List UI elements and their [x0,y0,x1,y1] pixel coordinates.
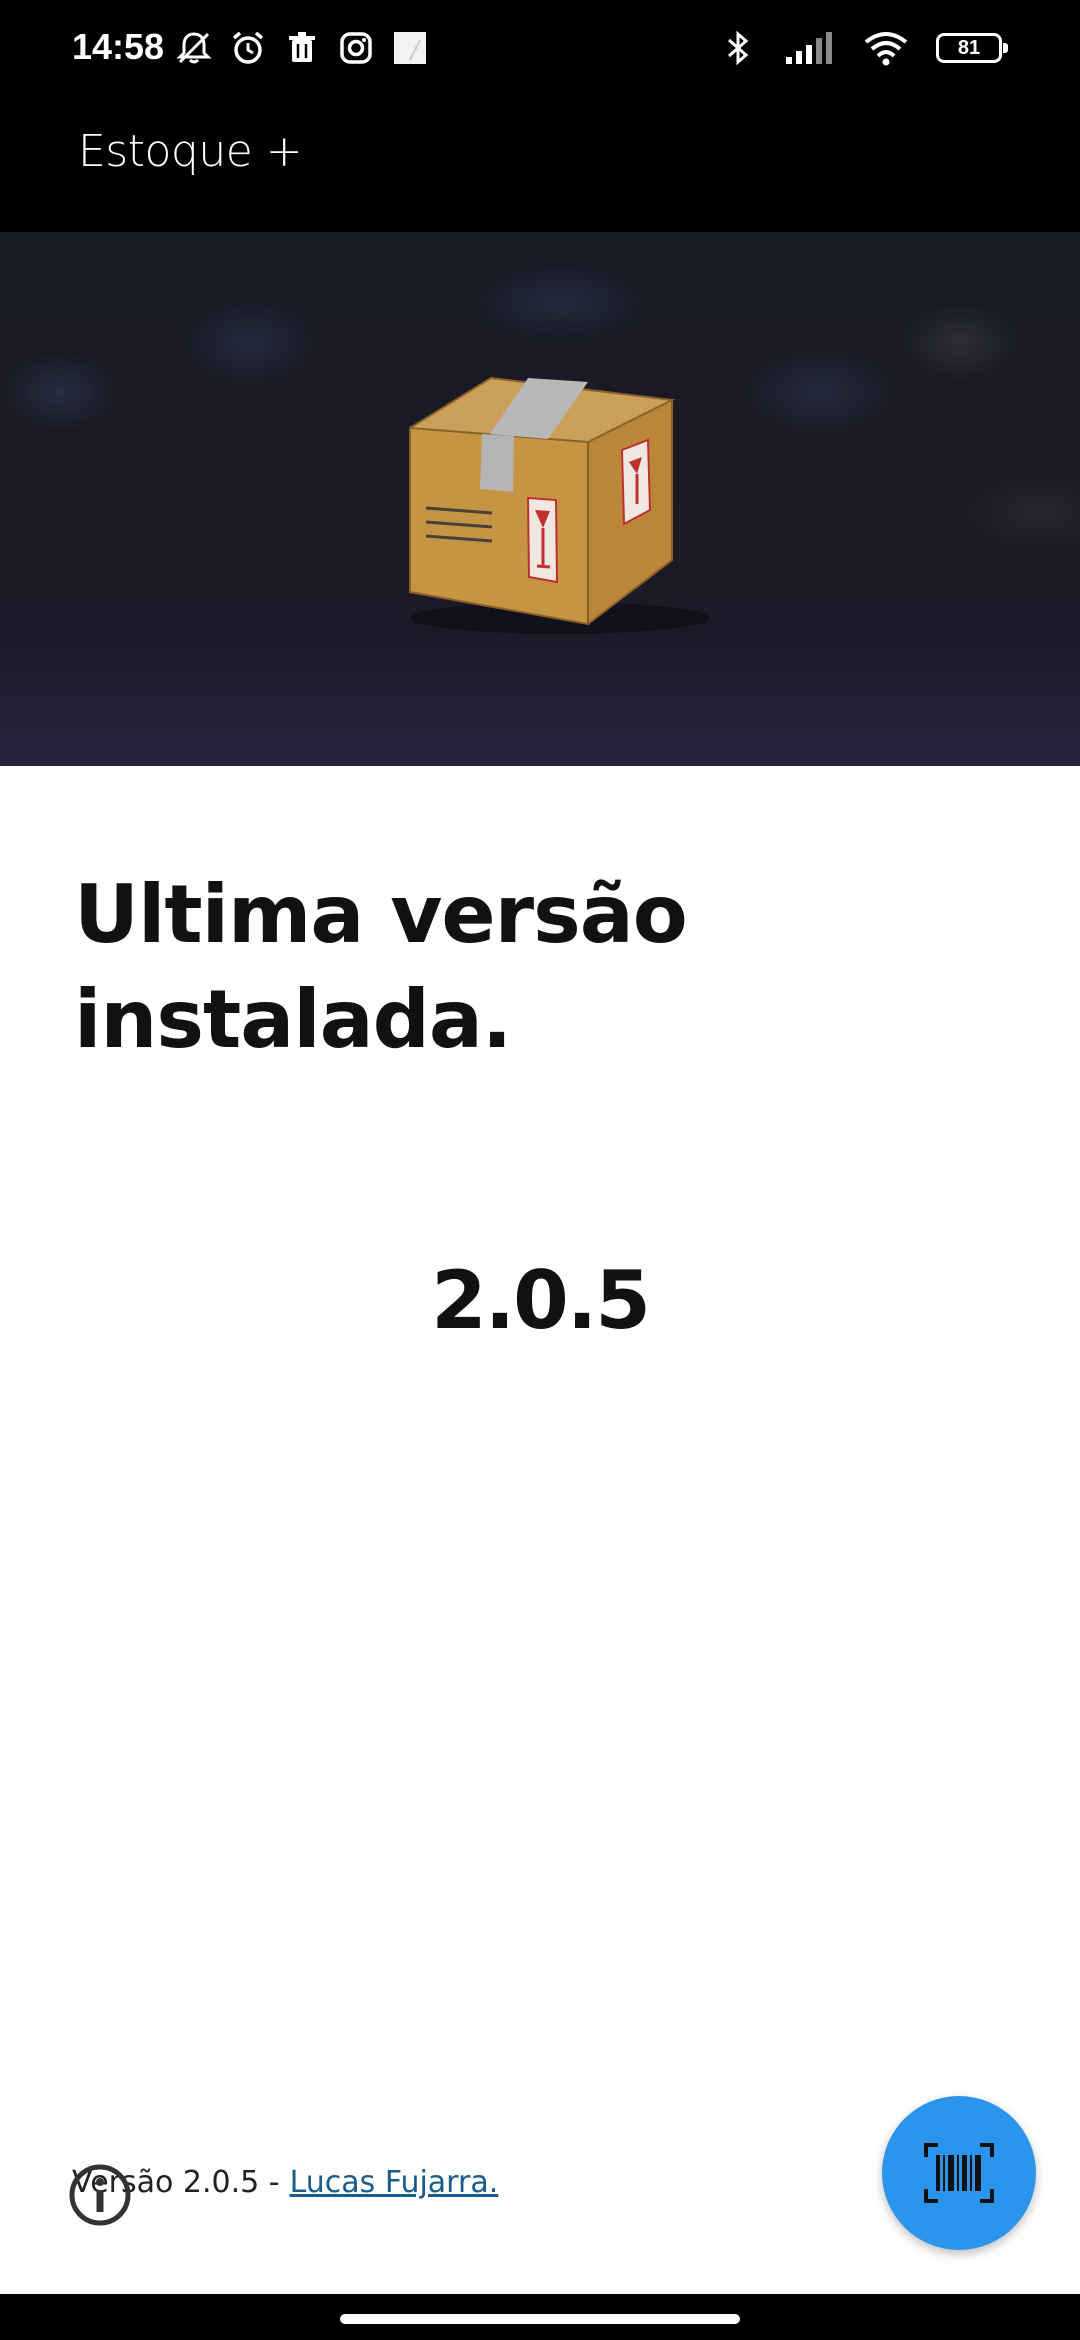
status-bar: 14:58 81 [0,0,1080,100]
main-content: Ultima versão instalada. 2.0.5 Versão 2.… [0,766,1080,2294]
app-title: Estoque + [78,126,303,177]
alarm-icon [232,31,264,64]
status-time: 14:58 [72,26,165,67]
footer: Versão 2.0.5 - Lucas Fujarra. [68,2152,499,2225]
instagram-icon [340,32,372,64]
installed-version: 2.0.5 [431,1254,651,1347]
muted-notifications-icon [176,32,212,64]
image-icon [394,32,426,64]
signal-icon [786,32,832,64]
status-left-icons [174,28,430,68]
author-link[interactable]: Lucas Fujarra. [290,2165,499,2200]
home-gesture-handle[interactable] [340,2314,740,2324]
footer-inner: Versão 2.0.5 - Lucas Fujarra. [68,2164,499,2225]
app-bar: Estoque + [0,100,1080,232]
wifi-icon [864,32,908,66]
page-heading: Ultima versão instalada. [74,868,688,1066]
navigation-bar [0,2294,1080,2340]
bluetooth-icon [728,30,749,66]
battery-icon: 81 [936,33,1008,63]
barcode-scan-icon [924,2143,994,2203]
battery-level: 81 [957,36,981,59]
trash-icon [289,32,315,62]
cardboard-box-icon [409,376,710,634]
info-icon[interactable] [68,2163,132,2227]
status-right-icons: 81 [718,28,1008,68]
hero-banner [0,232,1080,766]
barcode-scan-button[interactable] [882,2096,1036,2250]
